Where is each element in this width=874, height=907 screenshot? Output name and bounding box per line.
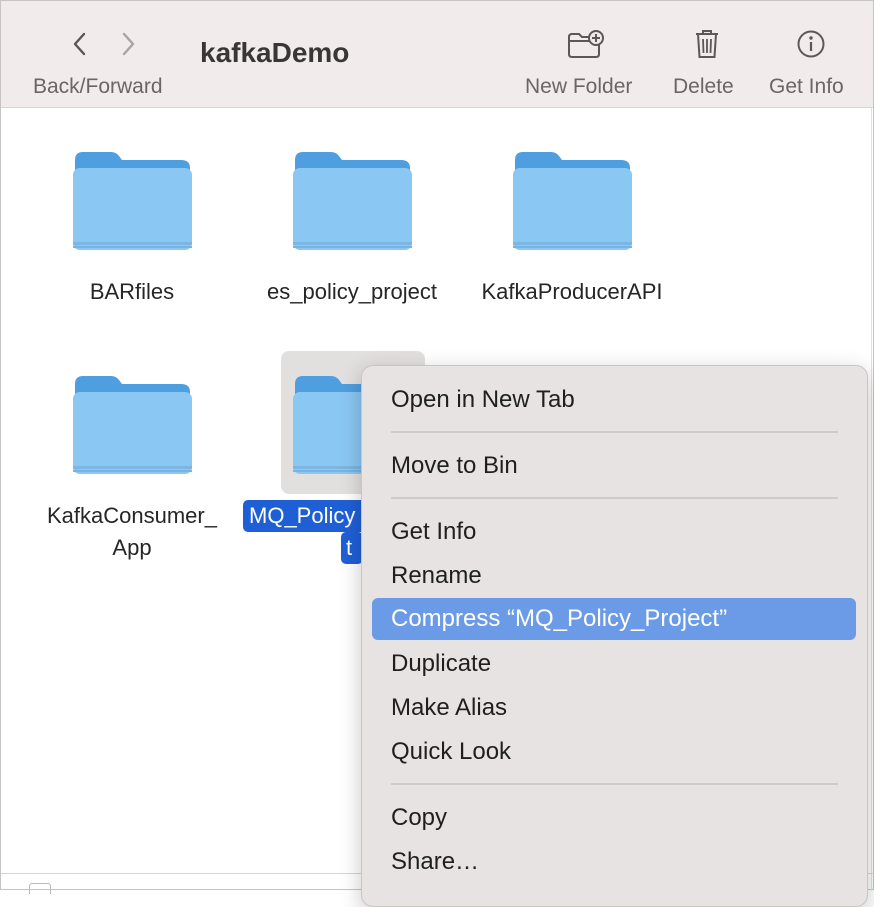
- folder-label: BARfiles: [89, 279, 175, 304]
- folder-icon: [73, 152, 192, 250]
- folder-label: KafkaProducerAPI: [481, 279, 663, 304]
- chevron-right-icon: [122, 32, 135, 56]
- get-info-label: Get Info: [769, 75, 844, 98]
- delete-button[interactable]: Delete: [669, 1, 745, 107]
- scrollbar-track[interactable]: [871, 108, 872, 891]
- menu-item-duplicate[interactable]: Duplicate: [372, 646, 856, 682]
- back-button[interactable]: [67, 29, 91, 59]
- folder-label-line2: App: [112, 535, 152, 560]
- context-menu: Open in New Tab Move to Bin Get Info Ren…: [361, 365, 868, 907]
- trash-icon: [687, 27, 727, 61]
- menu-item-rename[interactable]: Rename: [372, 558, 856, 594]
- menu-item-compress[interactable]: Compress “MQ_Policy_Project”: [372, 598, 856, 640]
- folder-label-line2: t: [341, 532, 363, 564]
- chevron-left-icon: [73, 32, 86, 56]
- folder-icon: [293, 152, 412, 250]
- menu-item-copy[interactable]: Copy: [372, 800, 856, 836]
- toolbar: Back/Forward kafkaDemo New Folder Delete…: [1, 1, 873, 108]
- status-bar-control[interactable]: [29, 883, 51, 894]
- menu-separator: [391, 431, 838, 433]
- delete-label: Delete: [673, 75, 734, 98]
- menu-item-open-in-new-tab[interactable]: Open in New Tab: [372, 382, 856, 418]
- menu-separator: [391, 783, 838, 785]
- folder-icon: [73, 376, 192, 474]
- menu-separator: [391, 497, 838, 499]
- info-icon: [791, 27, 831, 61]
- menu-item-get-info[interactable]: Get Info: [372, 514, 856, 550]
- new-folder-button[interactable]: New Folder: [521, 1, 647, 107]
- back-forward-label: Back/Forward: [33, 75, 163, 98]
- menu-item-quick-look[interactable]: Quick Look: [372, 734, 856, 770]
- new-folder-label: New Folder: [525, 75, 633, 98]
- menu-item-make-alias[interactable]: Make Alias: [372, 690, 856, 726]
- get-info-button[interactable]: Get Info: [765, 1, 857, 107]
- menu-item-move-to-bin[interactable]: Move to Bin: [372, 448, 856, 484]
- menu-item-share[interactable]: Share…: [372, 844, 856, 880]
- folder-icon: [513, 152, 632, 250]
- new-folder-icon: [565, 27, 605, 61]
- forward-button[interactable]: [117, 29, 141, 59]
- window-title: kafkaDemo: [200, 37, 350, 68]
- folder-label-line1: KafkaConsumer_: [47, 503, 217, 528]
- folder-label: es_policy_project: [267, 279, 437, 304]
